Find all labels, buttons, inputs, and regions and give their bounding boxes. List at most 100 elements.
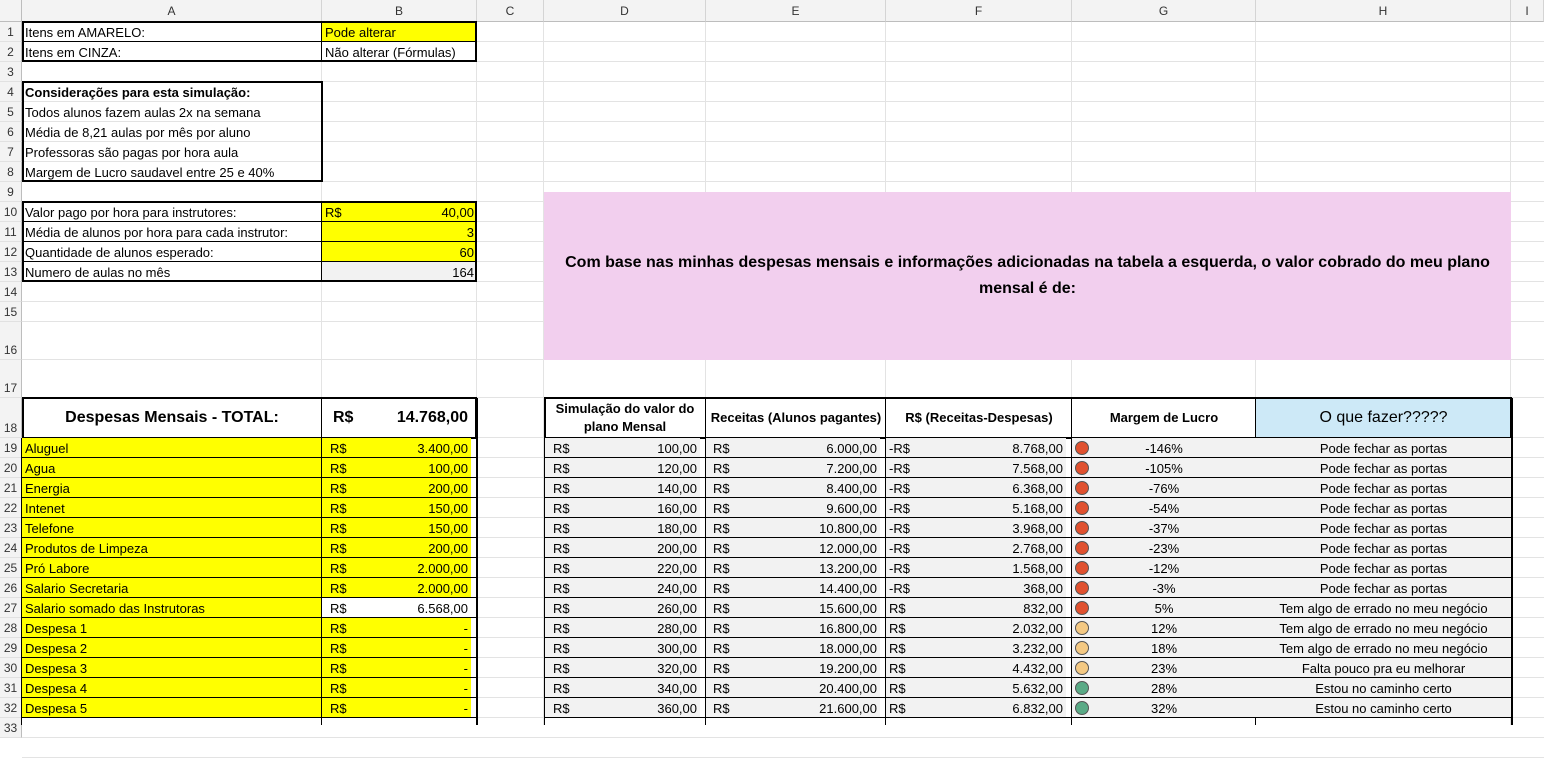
- sim-plan-currency[interactable]: R$: [550, 618, 586, 638]
- sim-margin-value[interactable]: 28%: [1072, 678, 1256, 698]
- sim-result-currency[interactable]: -R$: [886, 558, 922, 578]
- consideration-line[interactable]: Professoras são pagas por hora aula: [22, 142, 322, 162]
- sim-revenue-currency[interactable]: R$: [710, 458, 746, 478]
- row-header-30[interactable]: 30: [0, 658, 22, 678]
- row-header-10[interactable]: 10: [0, 202, 22, 222]
- row-header-7[interactable]: 7: [0, 142, 22, 162]
- param-value[interactable]: 164: [322, 262, 477, 282]
- sim-action-text[interactable]: Pode fechar as portas: [1256, 438, 1511, 458]
- sim-plan-currency[interactable]: R$: [550, 578, 586, 598]
- sim-header-3[interactable]: Margem de Lucro: [1072, 398, 1256, 438]
- column-header-b[interactable]: B: [322, 0, 477, 22]
- column-header-a[interactable]: A: [22, 0, 322, 22]
- sim-header-2[interactable]: R$ (Receitas-Despesas): [886, 398, 1072, 438]
- sim-margin-value[interactable]: 23%: [1072, 658, 1256, 678]
- param-label[interactable]: Valor pago por hora para instrutores:: [22, 202, 322, 222]
- sim-plan-currency[interactable]: R$: [550, 538, 586, 558]
- sim-action-text[interactable]: Pode fechar as portas: [1256, 518, 1511, 538]
- sim-plan-currency[interactable]: R$: [550, 498, 586, 518]
- row-header-31[interactable]: 31: [0, 678, 22, 698]
- row-header-4[interactable]: 4: [0, 82, 22, 102]
- sim-result-currency[interactable]: -R$: [886, 458, 922, 478]
- expense-label[interactable]: Agua: [22, 458, 322, 478]
- sim-revenue-currency[interactable]: R$: [710, 558, 746, 578]
- column-header-f[interactable]: F: [886, 0, 1072, 22]
- sim-plan-currency[interactable]: R$: [550, 698, 586, 718]
- row-header-15[interactable]: 15: [0, 302, 22, 322]
- expense-currency[interactable]: R$: [327, 458, 377, 478]
- sim-result-currency[interactable]: -R$: [886, 518, 922, 538]
- expense-label[interactable]: Pró Labore: [22, 558, 322, 578]
- row-header-23[interactable]: 23: [0, 518, 22, 538]
- param-value[interactable]: 3: [322, 222, 477, 242]
- sim-header-4[interactable]: O que fazer?????: [1256, 398, 1511, 438]
- row-header-6[interactable]: 6: [0, 122, 22, 142]
- row-header-26[interactable]: 26: [0, 578, 22, 598]
- expense-label[interactable]: Telefone: [22, 518, 322, 538]
- consideration-line[interactable]: Todos alunos fazem aulas 2x na semana: [22, 102, 322, 122]
- expense-currency[interactable]: R$: [327, 498, 377, 518]
- row-header-27[interactable]: 27: [0, 598, 22, 618]
- expense-label[interactable]: Despesa 5: [22, 698, 322, 718]
- row-header-24[interactable]: 24: [0, 538, 22, 558]
- row-header-3[interactable]: 3: [0, 62, 22, 82]
- column-header-i[interactable]: I: [1511, 0, 1544, 22]
- sim-plan-currency[interactable]: R$: [550, 478, 586, 498]
- sim-margin-value[interactable]: -105%: [1072, 458, 1256, 478]
- sim-revenue-currency[interactable]: R$: [710, 518, 746, 538]
- sim-action-text[interactable]: Tem algo de errado no meu negócio: [1256, 638, 1511, 658]
- sim-action-text[interactable]: Pode fechar as portas: [1256, 578, 1511, 598]
- expense-label[interactable]: Despesa 1: [22, 618, 322, 638]
- legend-yellow-value[interactable]: Pode alterar: [322, 22, 477, 42]
- sim-result-currency[interactable]: -R$: [886, 498, 922, 518]
- sim-margin-value[interactable]: -23%: [1072, 538, 1256, 558]
- sim-margin-value[interactable]: -3%: [1072, 578, 1256, 598]
- sim-action-text[interactable]: Tem algo de errado no meu negócio: [1256, 598, 1511, 618]
- expense-currency[interactable]: R$: [327, 558, 377, 578]
- expense-label[interactable]: Despesa 3: [22, 658, 322, 678]
- param-currency[interactable]: R$: [322, 202, 397, 222]
- sim-action-text[interactable]: Falta pouco pra eu melhorar: [1256, 658, 1511, 678]
- expense-currency[interactable]: R$: [327, 638, 377, 658]
- param-value[interactable]: 60: [322, 242, 477, 262]
- sim-revenue-currency[interactable]: R$: [710, 498, 746, 518]
- column-header-e[interactable]: E: [706, 0, 886, 22]
- sim-margin-value[interactable]: -146%: [1072, 438, 1256, 458]
- sim-plan-currency[interactable]: R$: [550, 438, 586, 458]
- expense-label[interactable]: Salario Secretaria: [22, 578, 322, 598]
- row-header-16[interactable]: 16: [0, 322, 22, 360]
- sim-plan-currency[interactable]: R$: [550, 558, 586, 578]
- expenses-title[interactable]: Despesas Mensais - TOTAL:: [22, 398, 322, 438]
- sim-result-currency[interactable]: R$: [886, 598, 922, 618]
- expense-label[interactable]: Despesa 4: [22, 678, 322, 698]
- sim-result-currency[interactable]: R$: [886, 678, 922, 698]
- row-header-18[interactable]: 18: [0, 398, 22, 438]
- sim-revenue-currency[interactable]: R$: [710, 618, 746, 638]
- sim-margin-value[interactable]: -12%: [1072, 558, 1256, 578]
- row-header-11[interactable]: 11: [0, 222, 22, 242]
- sim-revenue-currency[interactable]: R$: [710, 578, 746, 598]
- sim-result-currency[interactable]: -R$: [886, 578, 922, 598]
- sim-action-text[interactable]: Estou no caminho certo: [1256, 678, 1511, 698]
- sim-revenue-currency[interactable]: R$: [710, 478, 746, 498]
- row-header-20[interactable]: 20: [0, 458, 22, 478]
- sim-revenue-currency[interactable]: R$: [710, 638, 746, 658]
- sim-margin-value[interactable]: -37%: [1072, 518, 1256, 538]
- expense-currency[interactable]: R$: [327, 518, 377, 538]
- row-header-33[interactable]: 33: [0, 718, 22, 738]
- expense-currency[interactable]: R$: [327, 538, 377, 558]
- column-header-g[interactable]: G: [1072, 0, 1256, 22]
- sim-result-currency[interactable]: R$: [886, 698, 922, 718]
- legend-yellow-label[interactable]: Itens em AMARELO:: [22, 22, 322, 42]
- sim-header-1[interactable]: Receitas (Alunos pagantes): [706, 398, 886, 438]
- row-header-9[interactable]: 9: [0, 182, 22, 202]
- expense-label[interactable]: Intenet: [22, 498, 322, 518]
- sim-margin-value[interactable]: 32%: [1072, 698, 1256, 718]
- sim-plan-currency[interactable]: R$: [550, 658, 586, 678]
- expense-currency[interactable]: R$: [327, 478, 377, 498]
- row-header-5[interactable]: 5: [0, 102, 22, 122]
- param-label[interactable]: Numero de aulas no mês: [22, 262, 322, 282]
- row-header-17[interactable]: 17: [0, 360, 22, 398]
- expense-currency[interactable]: R$: [327, 438, 377, 458]
- sim-revenue-currency[interactable]: R$: [710, 658, 746, 678]
